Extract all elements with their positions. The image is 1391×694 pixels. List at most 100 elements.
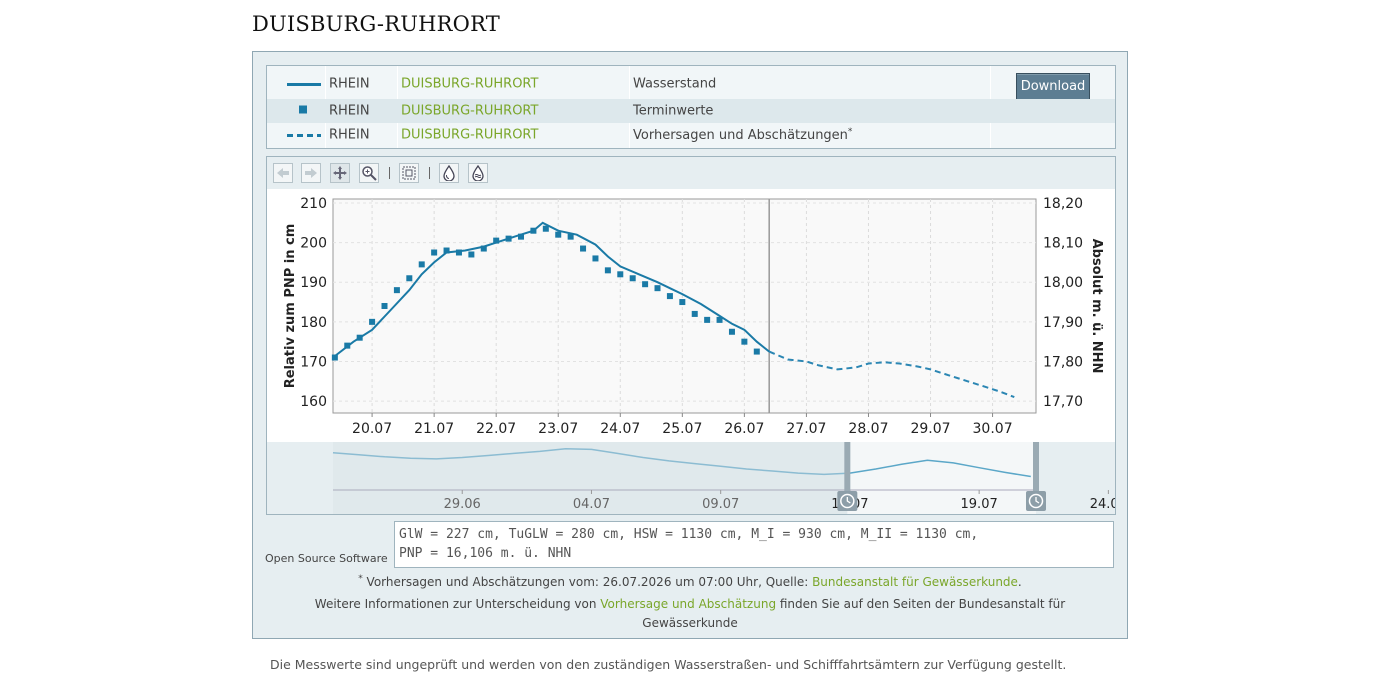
terminwert-point (567, 233, 574, 240)
legend-row-vorhersage: RHEIN DUISBURG-RUHRORT Vorhersagen und A… (267, 123, 1115, 147)
clock-icon (837, 491, 858, 511)
zoom-extent-icon[interactable] (399, 163, 419, 183)
navigator-chart[interactable]: 29.0604.0709.0714.0719.0724.0729.07 (267, 442, 1256, 514)
forecast-note: * Vorhersagen und Abschätzungen vom: 26.… (253, 574, 1127, 589)
y-axis-label: Relativ zum PNP in cm (283, 224, 298, 389)
x-tick-label: 30.07 (973, 421, 1013, 437)
legend-river: RHEIN (329, 103, 370, 119)
terminwert-point (480, 245, 487, 252)
terminwert-point (728, 328, 735, 335)
y-tick-label: 200 (300, 236, 327, 252)
terminwert-point (369, 318, 376, 325)
gauge-panel: RHEIN DUISBURG-RUHRORT Wasserstand Downl… (252, 51, 1256, 639)
y-tick-label: 160 (300, 394, 327, 410)
navigator-tick-label: 19.07 (961, 497, 998, 512)
y2-tick-label: 17,70 (1043, 394, 1083, 410)
clock-icon (1026, 491, 1046, 511)
y2-tick-label: 17,90 (1043, 315, 1083, 331)
y-tick-label: 210 (300, 196, 327, 212)
arrow-left-icon[interactable] (273, 163, 293, 183)
terminwert-point (592, 255, 599, 262)
water-drop-wave-icon[interactable] (468, 163, 488, 183)
x-tick-label: 27.07 (786, 421, 826, 437)
legend-river: RHEIN (329, 76, 370, 91)
terminwert-point (418, 261, 425, 268)
x-tick-label: 28.07 (848, 421, 888, 437)
terminwert-point (393, 287, 400, 294)
terminwert-point (518, 233, 525, 240)
legend-table: RHEIN DUISBURG-RUHRORT Wasserstand Downl… (266, 65, 1116, 149)
water-drop-icon[interactable] (439, 163, 459, 183)
legend-station-link[interactable]: DUISBURG-RUHRORT (401, 104, 538, 119)
note-text: . (1017, 575, 1022, 589)
arrow-right-icon[interactable] (301, 163, 321, 183)
legend-parameter: Wasserstand (633, 76, 717, 91)
terminwert-point (344, 342, 351, 349)
terminwert-point (580, 245, 587, 252)
y2-tick-label: 18,10 (1043, 236, 1083, 252)
x-tick-label: 23.07 (538, 421, 578, 437)
terminwert-point (555, 231, 562, 238)
legend-parameter: Terminwerte (633, 103, 714, 119)
reference-values-line1: GlW = 227 cm, TuGLW = 280 cm, HSW = 1130… (399, 527, 979, 542)
square-marker-icon (275, 104, 327, 119)
legend-station-link[interactable]: DUISBURG-RUHRORT (401, 76, 538, 91)
legend-river: RHEIN (329, 127, 370, 143)
y-tick-label: 190 (300, 275, 327, 291)
legend-parameter-text: Vorhersagen und Abschätzungen (633, 128, 848, 144)
navigator-tick-label: 29.06 (444, 497, 481, 512)
chart-container: 20.07 21.07 22.07 23.07 24.07 25.07 26.07 27.07… (266, 156, 1256, 515)
terminwert-point (654, 285, 661, 292)
pan-icon[interactable] (330, 163, 350, 183)
disclaimer: Die Messwerte sind ungeprüft und werden … (270, 657, 1067, 672)
y2-tick-label: 17,80 (1043, 354, 1083, 370)
navigator-tick-label: 09.07 (702, 497, 739, 512)
terminwert-point (468, 251, 475, 258)
download-button[interactable]: Download (1016, 73, 1090, 100)
x-tick-label: 25.07 (662, 421, 702, 437)
y-tick-label: 170 (300, 354, 327, 370)
legend-parameter: Vorhersagen und Abschätzungen* (633, 127, 852, 143)
info-note: Weitere Informationen zur Unterscheidung… (253, 597, 1127, 611)
reference-values-line2: PNP = 16,106 m. ü. NHN (399, 546, 572, 561)
terminwert-point (406, 275, 413, 282)
x-tick-label: 21.07 (414, 421, 454, 437)
terminwert-point (493, 237, 500, 244)
terminwert-point (356, 334, 363, 341)
reference-values-box: GlW = 227 cm, TuGLW = 280 cm, HSW = 1130… (394, 521, 1114, 568)
terminwert-point (542, 225, 549, 232)
chart-navigator[interactable]: 29.0604.0709.0714.0719.0724.0729.07 (267, 442, 1256, 514)
info-note-end: Gewässerkunde (642, 616, 738, 630)
terminwert-point (381, 303, 388, 309)
forecast-info-link[interactable]: Vorhersage und Abschätzung (600, 597, 776, 611)
terminwert-point (666, 293, 673, 300)
chart-toolbar (267, 157, 1115, 189)
zoom-icon[interactable] (359, 163, 379, 183)
terminwert-point (617, 271, 624, 278)
note-text: Weitere Informationen zur Unterscheidung… (314, 597, 601, 611)
navigator-tick-label: 04.07 (573, 497, 610, 512)
x-tick-label: 20.07 (352, 421, 392, 437)
open-source-link[interactable]: Open Source Software (265, 552, 388, 565)
terminwert-point (642, 281, 649, 288)
terminwert-point (455, 249, 462, 256)
legend-station-link[interactable]: DUISBURG-RUHRORT (401, 128, 538, 143)
terminwert-point (331, 354, 338, 361)
x-tick-label: 29.07 (910, 421, 950, 437)
y2-axis-label: Absolut m. ü. NHN (1089, 239, 1104, 374)
terminwert-point (629, 275, 636, 282)
page-title: DUISBURG-RUHRORT (252, 12, 500, 36)
y2-tick-label: 18,00 (1043, 275, 1083, 291)
terminwert-point (443, 247, 450, 254)
terminwert-point (505, 235, 512, 242)
terminwert-point (604, 267, 611, 274)
bfg-link[interactable]: Bundesanstalt für Gewässerkunde (812, 575, 1018, 589)
terminwert-point (679, 299, 686, 306)
y-tick-label: 180 (300, 315, 327, 331)
terminwert-point (753, 348, 760, 355)
main-chart[interactable]: 20.07 21.07 22.07 23.07 24.07 25.07 26.07 27.07… (267, 189, 1115, 442)
x-tick-label: 24.07 (600, 421, 640, 437)
solid-line-icon (275, 76, 327, 91)
y2-tick-label: 18,20 (1043, 196, 1083, 212)
terminwert-point (741, 338, 748, 345)
